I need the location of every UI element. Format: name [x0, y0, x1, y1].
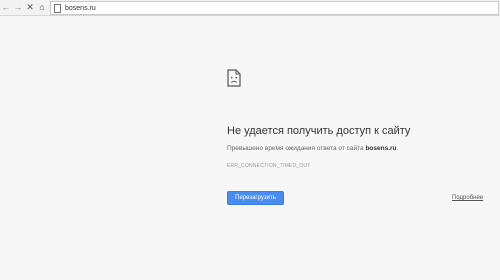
forward-button[interactable]: →: [12, 1, 24, 15]
details-link[interactable]: Подробнее: [452, 195, 483, 201]
address-bar[interactable]: bosens.ru: [50, 1, 499, 15]
address-url[interactable]: bosens.ru: [65, 5, 96, 12]
sad-page-icon: [227, 69, 241, 87]
error-message-host: bosens.ru: [365, 145, 397, 152]
stop-button[interactable]: ✕: [24, 1, 36, 15]
browser-toolbar: ← → ✕ ⌂ bosens.ru: [0, 0, 500, 16]
error-message: Превышено время ожидания ответа от сайта…: [227, 145, 398, 152]
error-message-suffix: .: [396, 145, 399, 152]
back-button[interactable]: ←: [0, 1, 12, 15]
home-icon: ⌂: [39, 2, 45, 12]
error-message-text: Превышено время ожидания ответа от сайта: [227, 145, 366, 152]
back-arrow-icon: ←: [1, 2, 11, 12]
error-code: ERR_CONNECTION_TIMED_OUT: [227, 163, 311, 169]
page-icon: [54, 3, 61, 13]
close-icon: ✕: [26, 2, 34, 12]
forward-arrow-icon: →: [13, 2, 23, 12]
reload-button[interactable]: Перезагрузить: [227, 191, 284, 205]
error-title: Не удается получить доступ к сайту: [227, 125, 411, 137]
error-page: Не удается получить доступ к сайту Превы…: [0, 17, 500, 280]
home-button[interactable]: ⌂: [36, 1, 48, 15]
